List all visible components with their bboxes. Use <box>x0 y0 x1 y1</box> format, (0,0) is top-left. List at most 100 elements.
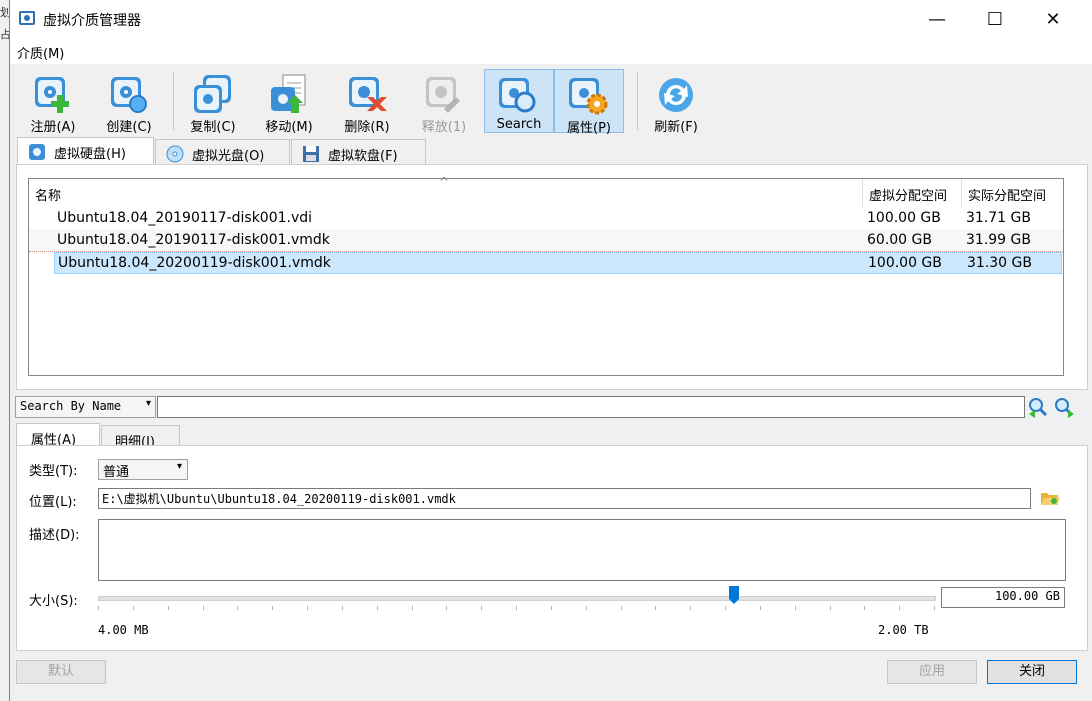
title-bar[interactable]: 虚拟介质管理器 — ☐ ✕ <box>10 0 1092 38</box>
properties-panel: 类型(T): 普通 ▾ 位置(L): E:\虚拟机\Ubuntu\Ubuntu1… <box>16 445 1088 651</box>
slider-tick <box>376 606 378 610</box>
slider-tick <box>864 606 866 610</box>
slider-tick <box>132 606 134 610</box>
close-window-button[interactable]: ✕ <box>1024 0 1082 38</box>
description-field[interactable] <box>98 519 1066 581</box>
slider-tick <box>829 606 831 610</box>
properties-label: 属性(P) <box>567 121 611 136</box>
description-label: 描述(D): <box>29 528 80 543</box>
search-previous-icon[interactable] <box>1027 396 1049 418</box>
reset-button[interactable]: 默认 <box>16 660 106 684</box>
slider-tick <box>899 606 901 610</box>
slider-tick <box>481 606 483 610</box>
column-header-virtual-size[interactable]: 虚拟分配空间 <box>863 179 962 207</box>
delete-button[interactable]: 删除(R) <box>332 69 402 135</box>
slider-tick <box>655 606 657 610</box>
maximize-button[interactable]: ☐ <box>966 0 1024 38</box>
column-header-name[interactable]: 名称 ^ <box>29 175 863 207</box>
refresh-label: 刷新(F) <box>654 120 698 135</box>
tab-optical-disks-label: 虚拟光盘(O) <box>192 149 265 164</box>
column-header-actual-size[interactable]: 实际分配空间 <box>962 179 1063 207</box>
disk-release-icon <box>426 77 460 113</box>
chevron-down-icon: ▾ <box>145 398 151 409</box>
optical-disk-icon <box>166 145 184 163</box>
location-value: E:\虚拟机\Ubuntu\Ubuntu18.04_20200119-disk0… <box>102 492 456 506</box>
size-slider-track[interactable] <box>98 596 936 601</box>
disk-move-icon <box>271 74 306 113</box>
search-mode-value: Search By Name <box>20 399 122 413</box>
search-button[interactable]: Search <box>484 69 554 133</box>
tab-floppy-disks-label: 虚拟软盘(F) <box>328 149 398 164</box>
slider-tick <box>620 606 622 610</box>
row-virtual-size: 100.00 GB <box>867 210 941 226</box>
create-button[interactable]: 创建(C) <box>94 69 164 135</box>
release-button[interactable]: 释放(1) <box>409 69 479 135</box>
size-label: 大小(S): <box>29 594 78 609</box>
register-button[interactable]: 注册(A) <box>18 69 88 135</box>
folder-open-icon[interactable] <box>1039 487 1061 509</box>
close-button[interactable]: 关闭 <box>987 660 1077 684</box>
location-label: 位置(L): <box>29 495 77 510</box>
register-label: 注册(A) <box>30 120 76 135</box>
slider-tick <box>446 606 448 610</box>
hard-disk-icon <box>29 144 45 160</box>
properties-button[interactable]: 属性(P) <box>554 69 624 136</box>
tab-hard-disks[interactable]: 虚拟硬盘(H) <box>17 137 154 165</box>
size-value: 100.00 GB <box>994 589 1060 603</box>
media-list[interactable]: 名称 ^ 虚拟分配空间 实际分配空间 Ubuntu18.04_20190117-… <box>28 175 1064 376</box>
row-virtual-size: 100.00 GB <box>868 255 942 271</box>
size-max-label: 2.00 TB <box>878 623 929 637</box>
slider-tick <box>690 606 692 610</box>
row-virtual-size: 60.00 GB <box>867 232 932 248</box>
tab-floppy-disks[interactable]: 虚拟软盘(F) <box>291 139 426 165</box>
disk-copy-icon <box>194 75 231 113</box>
slider-tick <box>759 606 761 610</box>
media-list-panel: 名称 ^ 虚拟分配空间 实际分配空间 Ubuntu18.04_20190117-… <box>16 164 1088 390</box>
search-next-icon[interactable] <box>1053 396 1075 418</box>
slider-tick <box>202 606 204 610</box>
table-row[interactable]: Ubuntu18.04_20190117-disk001.vmdk 60.00 … <box>29 229 1063 252</box>
copy-label: 复制(C) <box>190 120 236 135</box>
location-field[interactable]: E:\虚拟机\Ubuntu\Ubuntu18.04_20200119-disk0… <box>98 488 1031 509</box>
size-min-label: 4.00 MB <box>98 623 149 637</box>
apply-button[interactable]: 应用 <box>887 660 977 684</box>
menu-bar: 介质(M) <box>10 38 1092 64</box>
search-input[interactable] <box>157 396 1025 418</box>
search-bar: Search By Name ▾ <box>15 396 1090 418</box>
minimize-button[interactable]: — <box>908 0 966 38</box>
slider-tick <box>272 606 274 610</box>
table-row[interactable]: Ubuntu18.04_20190117-disk001.vdi 100.00 … <box>29 207 1063 229</box>
refresh-button[interactable]: 刷新(F) <box>641 69 711 135</box>
move-label: 移动(M) <box>265 120 313 135</box>
slider-tick <box>934 606 935 610</box>
chevron-down-icon: ▾ <box>176 461 182 472</box>
type-value: 普通 <box>103 465 130 480</box>
menu-media[interactable]: 介质(M) <box>17 43 64 62</box>
type-select[interactable]: 普通 ▾ <box>98 459 188 480</box>
toolbar-separator <box>173 72 174 130</box>
create-label: 创建(C) <box>106 120 152 135</box>
size-slider-thumb[interactable] <box>729 586 739 604</box>
search-mode-select[interactable]: Search By Name ▾ <box>15 396 156 418</box>
toolbar: 注册(A) 创建(C) 复制(C) 移动(M) 删除(R) 释放(1) Sear… <box>10 64 1092 136</box>
slider-tick <box>98 606 99 610</box>
refresh-icon <box>659 78 693 112</box>
table-row-selected[interactable]: Ubuntu18.04_20200119-disk001.vmdk 100.00… <box>54 252 1062 274</box>
move-button[interactable]: 移动(M) <box>254 69 324 135</box>
search-label: Search <box>496 117 542 132</box>
tab-optical-disks[interactable]: 虚拟光盘(O) <box>155 139 290 165</box>
window-title: 虚拟介质管理器 <box>43 13 141 29</box>
delete-label: 删除(R) <box>344 120 390 135</box>
slider-tick <box>411 606 413 610</box>
size-field[interactable]: 100.00 GB <box>941 587 1065 608</box>
disk-search-icon <box>499 78 536 113</box>
type-label: 类型(T): <box>29 464 78 479</box>
slider-tick <box>585 606 587 610</box>
slider-tick <box>794 606 796 610</box>
disk-properties-icon <box>569 78 608 115</box>
column-header-actual-size-label: 实际分配空间 <box>968 189 1047 204</box>
copy-button[interactable]: 复制(C) <box>178 69 248 135</box>
row-actual-size: 31.71 GB <box>966 210 1031 226</box>
floppy-disk-icon <box>303 146 319 162</box>
slider-tick <box>725 606 726 610</box>
